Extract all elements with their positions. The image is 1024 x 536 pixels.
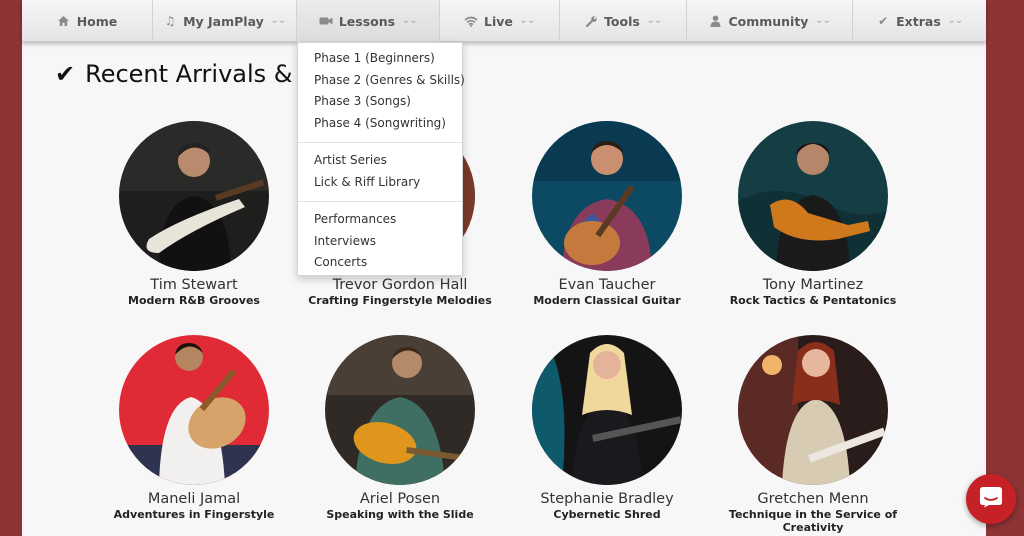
menu-item-artist-series[interactable]: Artist Series xyxy=(298,150,462,172)
home-icon xyxy=(57,15,71,27)
artist-card[interactable]: Stephanie Bradley Cybernetic Shred xyxy=(507,335,707,521)
chat-button[interactable] xyxy=(966,474,1016,524)
artist-name[interactable]: Ariel Posen xyxy=(300,490,500,508)
nav-extras[interactable]: ✔ Extras ⌄⌄ xyxy=(853,0,986,42)
chevron-down-icon: ⌄⌄ xyxy=(646,16,662,26)
artist-photo[interactable] xyxy=(738,335,888,485)
section-title-text: Recent Arrivals & N xyxy=(85,60,319,88)
artist-name[interactable]: Trevor Gordon Hall xyxy=(300,276,500,294)
chevron-down-icon: ⌄⌄ xyxy=(270,16,286,26)
artist-name[interactable]: Maneli Jamal xyxy=(94,490,294,508)
nav-label-community: Community xyxy=(728,13,809,29)
nav-label-home: Home xyxy=(76,13,118,29)
nav-lessons[interactable]: Lessons ⌄⌄ xyxy=(297,0,440,42)
artist-name[interactable]: Stephanie Bradley xyxy=(507,490,707,508)
artist-course[interactable]: Speaking with the Slide xyxy=(300,508,500,521)
artist-card[interactable]: Gretchen Menn Technique in the Service o… xyxy=(713,335,913,534)
artist-name[interactable]: Tony Martinez xyxy=(713,276,913,294)
nav-my-jamplay[interactable]: ♫ My JamPlay ⌄⌄ xyxy=(153,0,297,42)
menu-item-performances[interactable]: Performances xyxy=(298,209,462,231)
artist-card[interactable]: Tim Stewart Modern R&B Grooves xyxy=(94,121,294,307)
music-note-icon: ♫ xyxy=(164,14,176,28)
artist-course[interactable]: Modern R&B Grooves xyxy=(94,294,294,307)
menu-item-concerts[interactable]: Concerts xyxy=(298,252,462,274)
artist-photo[interactable] xyxy=(532,121,682,271)
artist-course[interactable]: Cybernetic Shred xyxy=(507,508,707,521)
artist-course[interactable]: Adventures in Fingerstyle xyxy=(94,508,294,521)
wifi-icon xyxy=(464,16,478,27)
artist-card[interactable]: Ariel Posen Speaking with the Slide xyxy=(300,335,500,521)
chevron-down-icon: ⌄⌄ xyxy=(402,16,418,26)
checkmark-icon: ✔ xyxy=(55,60,76,88)
menu-item-phase-2[interactable]: Phase 2 (Genres & Skills) xyxy=(298,70,465,92)
nav-home[interactable]: Home xyxy=(22,0,153,42)
artist-course[interactable]: Crafting Fingerstyle Melodies xyxy=(300,294,500,307)
artist-photo[interactable] xyxy=(532,335,682,485)
menu-item-lick-riff-library[interactable]: Lick & Riff Library xyxy=(298,172,462,194)
chevron-down-icon: ⌄⌄ xyxy=(519,16,535,26)
nav-tools[interactable]: Tools ⌄⌄ xyxy=(560,0,687,42)
artist-photo[interactable] xyxy=(738,121,888,271)
artist-photo[interactable] xyxy=(119,335,269,485)
artist-course[interactable]: Rock Tactics & Pentatonics xyxy=(713,294,913,307)
chevron-down-icon: ⌄⌄ xyxy=(947,16,963,26)
artist-card[interactable]: Evan Taucher Modern Classical Guitar xyxy=(507,121,707,307)
section-heading: ✔ Recent Arrivals & N xyxy=(55,60,318,88)
artist-course[interactable]: Modern Classical Guitar xyxy=(507,294,707,307)
main-nav: Home ♫ My JamPlay ⌄⌄ Lessons ⌄⌄ Live ⌄⌄ … xyxy=(22,0,986,42)
nav-label-lessons: Lessons xyxy=(338,13,396,29)
artist-photo[interactable] xyxy=(119,121,269,271)
wrench-icon xyxy=(584,15,598,28)
menu-divider xyxy=(298,201,462,202)
artist-name[interactable]: Evan Taucher xyxy=(507,276,707,294)
nav-live[interactable]: Live ⌄⌄ xyxy=(440,0,560,42)
menu-item-phase-4[interactable]: Phase 4 (Songwriting) xyxy=(298,113,462,135)
artist-photo[interactable] xyxy=(325,335,475,485)
menu-item-phase-1[interactable]: Phase 1 (Beginners) xyxy=(298,48,462,70)
nav-label-live: Live xyxy=(484,13,513,29)
menu-item-interviews[interactable]: Interviews xyxy=(298,231,462,253)
video-camera-icon xyxy=(319,16,333,26)
check-icon: ✔ xyxy=(878,14,889,28)
artist-name[interactable]: Tim Stewart xyxy=(94,276,294,294)
artist-card[interactable]: Maneli Jamal Adventures in Fingerstyle xyxy=(94,335,294,521)
nav-label-extras: Extras xyxy=(896,13,941,29)
nav-label-tools: Tools xyxy=(604,13,640,29)
artist-course[interactable]: Technique in the Service of Creativity xyxy=(713,508,913,534)
artist-name[interactable]: Gretchen Menn xyxy=(713,490,913,508)
chevron-down-icon: ⌄⌄ xyxy=(815,16,831,26)
artist-card[interactable]: Tony Martinez Rock Tactics & Pentatonics xyxy=(713,121,913,307)
nav-label-my-jamplay: My JamPlay xyxy=(183,13,264,29)
nav-community[interactable]: Community ⌄⌄ xyxy=(687,0,853,42)
lessons-dropdown-menu: Phase 1 (Beginners) Phase 2 (Genres & Sk… xyxy=(297,42,465,276)
menu-item-phase-3[interactable]: Phase 3 (Songs) xyxy=(298,91,462,113)
user-icon xyxy=(708,15,722,27)
chat-icon xyxy=(979,486,1003,513)
menu-divider xyxy=(298,142,462,143)
